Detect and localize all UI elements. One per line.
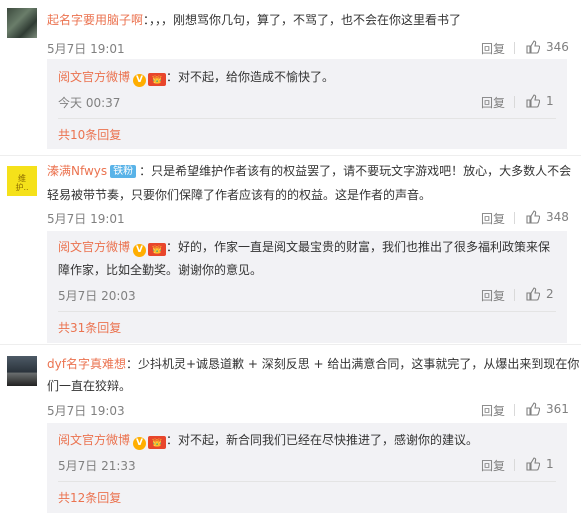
reply-box: 阅文官方微博 V 👑 ：好的，作家一直是阅文最宝贵的财富，我们也推出了很多福利政策来保… bbox=[47, 231, 567, 343]
reply-button[interactable]: 回复 bbox=[481, 402, 505, 419]
avatar-text: 维 bbox=[18, 174, 26, 183]
like-count: 1 bbox=[546, 457, 554, 471]
like-button[interactable]: 1 bbox=[526, 94, 554, 108]
member-level-icon: 👑 bbox=[148, 436, 167, 449]
reply-text: 障作家，比如全勤奖。谢谢你的意见。 bbox=[58, 259, 558, 281]
like-button[interactable]: 1 bbox=[526, 457, 554, 471]
reply-username[interactable]: 阅文官方微博 bbox=[58, 240, 130, 254]
like-count: 348 bbox=[546, 210, 569, 224]
comment-body: 们一直在狡辩。 bbox=[47, 379, 132, 393]
reply-button[interactable]: 回复 bbox=[481, 94, 505, 111]
more-replies-link[interactable]: 共10条回复 bbox=[58, 126, 121, 143]
fan-badge: 铁粉 bbox=[110, 165, 137, 178]
divider bbox=[514, 42, 515, 54]
member-level-icon: 👑 bbox=[148, 73, 167, 86]
reply-text: 阅文官方微博 V 👑 ：对不起，新合同我们已经在尽快推进了，感谢你的建议。 bbox=[58, 429, 558, 451]
divider bbox=[0, 344, 581, 345]
comment-text: 起名字要用脑子啊：，，，刚想骂你几句，算了，不骂了，也不会在你这里看书了 bbox=[47, 9, 567, 31]
reply-username[interactable]: 阅文官方微博 bbox=[58, 70, 130, 84]
like-button[interactable]: 2 bbox=[526, 287, 554, 301]
comment-username[interactable]: 起名字要用脑子啊 bbox=[47, 13, 143, 27]
comment-username[interactable]: 溱满Nfwys bbox=[47, 164, 107, 178]
verified-icon: V bbox=[133, 74, 147, 87]
reply-button[interactable]: 回复 bbox=[481, 457, 505, 474]
reply-box: 阅文官方微博 V 👑 ：对不起，给你造成不愉快了。 今天 00:37 回复 1 共10… bbox=[47, 59, 567, 149]
like-count: 1 bbox=[546, 94, 554, 108]
divider bbox=[58, 311, 556, 312]
comment-body: ：只是希望维护作者该有的权益罢了，请不要玩文字游戏吧！放心，大多数人不会 bbox=[139, 164, 572, 178]
avatar[interactable] bbox=[7, 356, 37, 386]
reply-button[interactable]: 回复 bbox=[481, 40, 505, 57]
comment-item: dyf名字真难想：少抖机灵+诚恳道歉 + 深刻反思 + 给出满意合同，这事就完了… bbox=[0, 346, 581, 516]
divider bbox=[514, 289, 515, 301]
divider bbox=[514, 96, 515, 108]
divider bbox=[58, 481, 556, 482]
comment-body: ：少抖机灵+诚恳道歉 + 深刻反思 + 给出满意合同，这事就完了，从爆出来到现在… bbox=[125, 357, 580, 371]
reply-box: 阅文官方微博 V 👑 ：对不起，新合同我们已经在尽快推进了，感谢你的建议。 5月7日 … bbox=[47, 423, 567, 513]
comment-body: ：，，，刚想骂你几句，算了，不骂了，也不会在你这里看书了 bbox=[143, 13, 462, 27]
thumbs-up-icon bbox=[526, 94, 541, 108]
reply-body: ：好的，作家一直是阅文最宝贵的财富，我们也推出了很多福利政策来保 bbox=[166, 240, 551, 254]
more-replies-link[interactable]: 共31条回复 bbox=[58, 319, 121, 336]
like-button[interactable]: 348 bbox=[526, 210, 569, 224]
avatar-text: 护.. bbox=[15, 183, 29, 192]
reply-time: 5月7日 20:03 bbox=[58, 289, 136, 303]
thumbs-up-icon bbox=[526, 402, 541, 416]
comment-text: 轻易被带节奏，只要你们保障了作者应该有的的权益。这是作者的声音。 bbox=[47, 184, 567, 206]
verified-icon: V bbox=[133, 437, 147, 450]
divider bbox=[514, 459, 515, 471]
reply-button[interactable]: 回复 bbox=[481, 210, 505, 227]
reply-body: 障作家，比如全勤奖。谢谢你的意见。 bbox=[58, 263, 263, 277]
like-button[interactable]: 346 bbox=[526, 40, 569, 54]
reply-time: 今天 00:37 bbox=[58, 96, 121, 110]
comment-body: 轻易被带节奏，只要你们保障了作者应该有的的权益。这是作者的声音。 bbox=[47, 188, 432, 202]
divider bbox=[514, 404, 515, 416]
member-level-icon: 👑 bbox=[148, 243, 167, 256]
reply-time: 5月7日 21:33 bbox=[58, 459, 136, 473]
divider bbox=[514, 212, 515, 224]
divider bbox=[0, 155, 581, 156]
reply-text: 阅文官方微博 V 👑 ：对不起，给你造成不愉快了。 bbox=[58, 66, 558, 88]
like-count: 361 bbox=[546, 402, 569, 416]
reply-body: ：对不起，给你造成不愉快了。 bbox=[166, 70, 335, 84]
verified-icon: V bbox=[133, 244, 147, 257]
reply-button[interactable]: 回复 bbox=[481, 287, 505, 304]
like-button[interactable]: 361 bbox=[526, 402, 569, 416]
more-replies-link[interactable]: 共12条回复 bbox=[58, 489, 121, 506]
thumbs-up-icon bbox=[526, 287, 541, 301]
reply-body: ：对不起，新合同我们已经在尽快推进了，感谢你的建议。 bbox=[166, 433, 479, 447]
comment-item: 维 护.. 溱满Nfwys 铁粉 ：只是希望维护作者该有的权益罢了，请不要玩文字游戏… bbox=[0, 158, 581, 344]
comment-text: 溱满Nfwys 铁粉 ：只是希望维护作者该有的权益罢了，请不要玩文字游戏吧！放心，大… bbox=[47, 160, 571, 182]
comment-username[interactable]: dyf名字真难想 bbox=[47, 357, 126, 371]
comment-item: 起名字要用脑子啊：，，，刚想骂你几句，算了，不骂了，也不会在你这里看书了 5月7… bbox=[0, 0, 581, 158]
divider bbox=[58, 118, 556, 119]
comment-time: 5月7日 19:03 bbox=[47, 404, 125, 418]
reply-text: 阅文官方微博 V 👑 ：好的，作家一直是阅文最宝贵的财富，我们也推出了很多福利政策来保 bbox=[58, 236, 558, 258]
like-count: 2 bbox=[546, 287, 554, 301]
thumbs-up-icon bbox=[526, 210, 541, 224]
comment-text: dyf名字真难想：少抖机灵+诚恳道歉 + 深刻反思 + 给出满意合同，这事就完了… bbox=[47, 353, 579, 375]
comment-text: 们一直在狡辩。 bbox=[47, 375, 567, 397]
comment-time: 5月7日 19:01 bbox=[47, 212, 125, 226]
avatar[interactable]: 维 护.. bbox=[7, 166, 37, 196]
like-count: 346 bbox=[546, 40, 569, 54]
thumbs-up-icon bbox=[526, 457, 541, 471]
comment-time: 5月7日 19:01 bbox=[47, 42, 125, 56]
reply-username[interactable]: 阅文官方微博 bbox=[58, 433, 130, 447]
avatar[interactable] bbox=[7, 8, 37, 38]
thumbs-up-icon bbox=[526, 40, 541, 54]
